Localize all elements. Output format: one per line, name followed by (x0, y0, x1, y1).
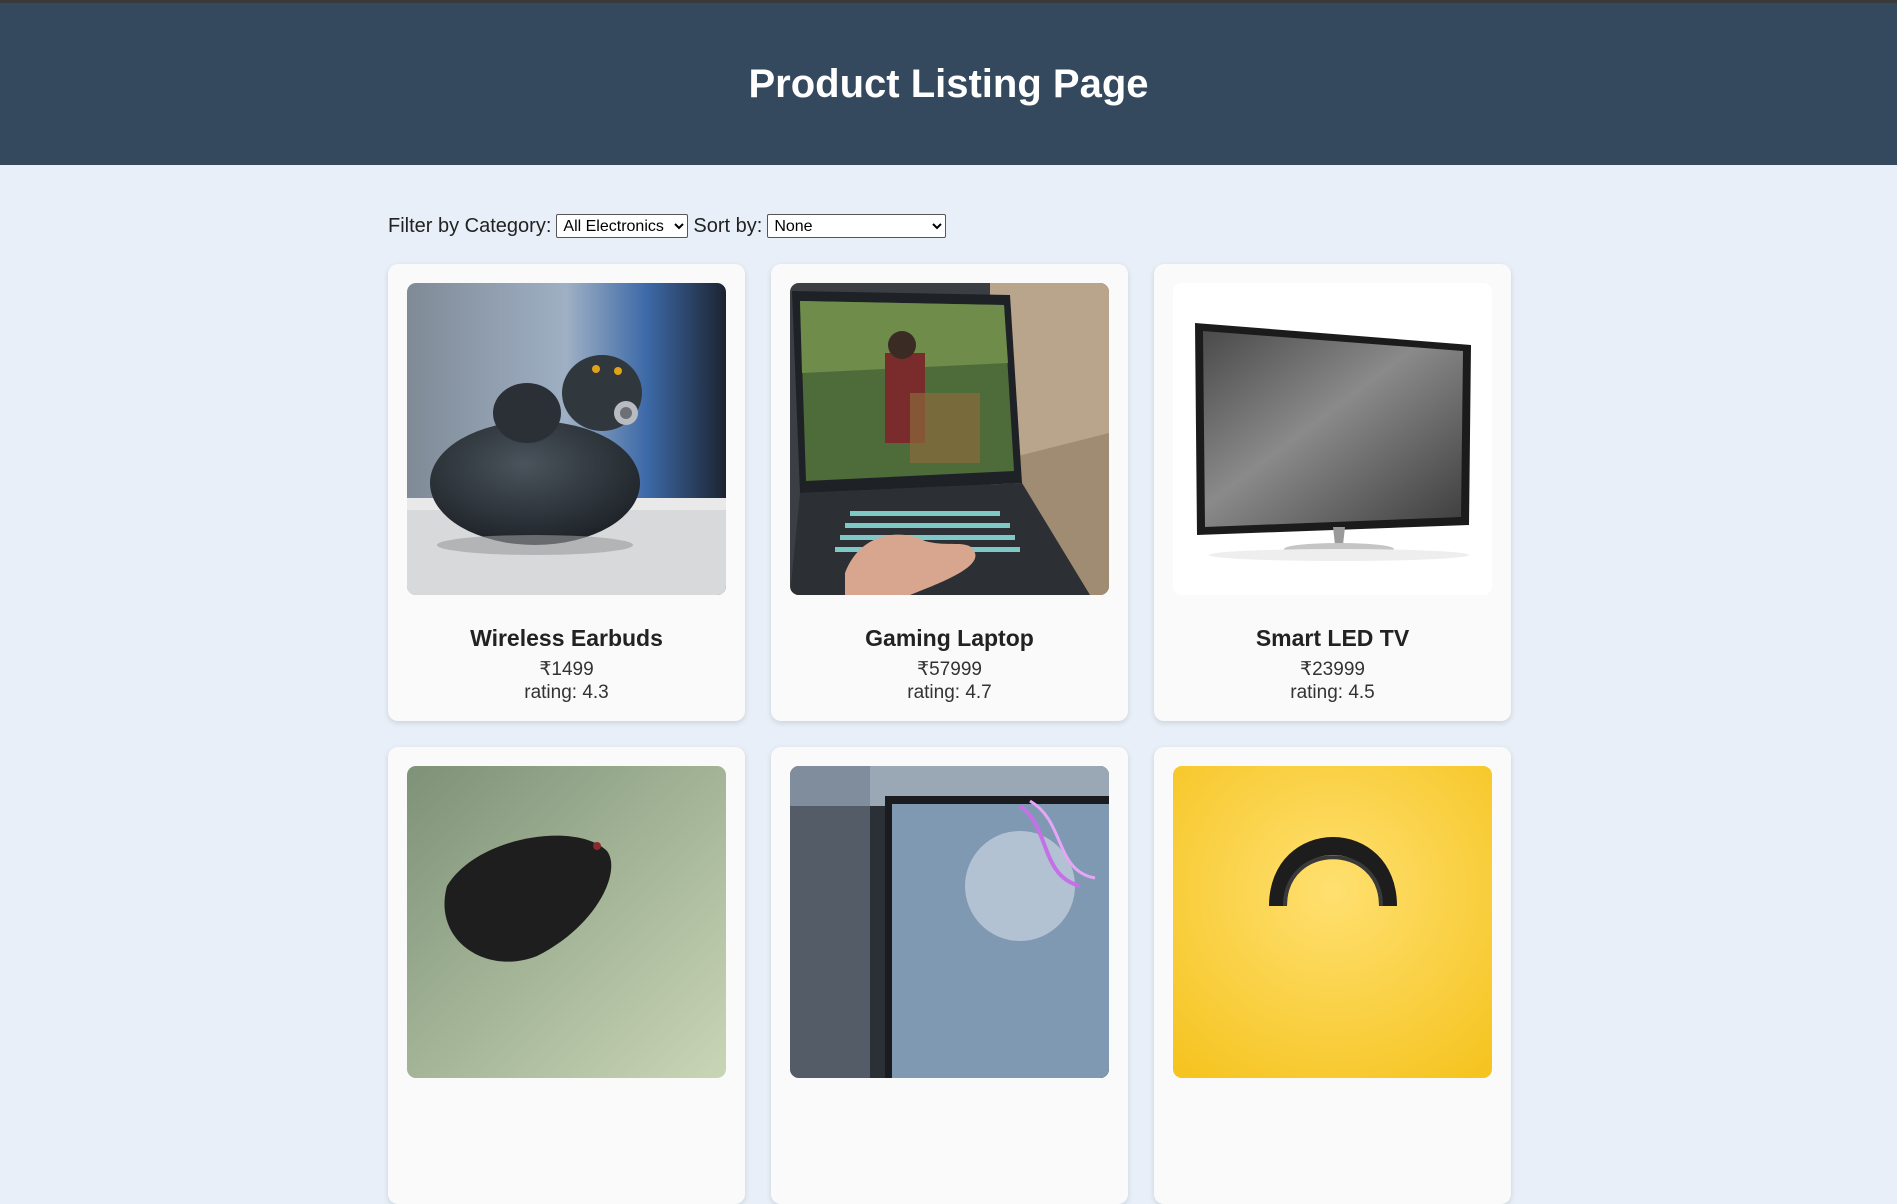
ultrabook-image (790, 766, 1109, 1078)
tv-image (1173, 283, 1492, 595)
sort-select[interactable]: None (767, 214, 947, 238)
speaker-image (407, 766, 726, 1078)
page-title: Product Listing Page (748, 61, 1149, 106)
category-filter-label: Filter by Category: (388, 214, 552, 237)
product-grid: Wireless Earbuds ₹1499 rating: 4.3 Gamin… (388, 264, 1511, 1204)
product-rating: rating: 4.5 (1290, 682, 1375, 703)
sort-label: Sort by: (693, 214, 763, 237)
laptop-image (790, 283, 1109, 595)
product-card[interactable] (388, 747, 745, 1204)
product-name[interactable]: Smart LED TV (1173, 625, 1492, 652)
product-card[interactable] (771, 747, 1128, 1204)
product-rating: rating: 4.3 (524, 682, 609, 703)
earbuds-image (407, 283, 726, 595)
product-card[interactable]: Wireless Earbuds ₹1499 rating: 4.3 (388, 264, 745, 721)
product-price: ₹1499 (539, 659, 594, 680)
product-price: ₹23999 (1300, 659, 1365, 680)
filter-bar: Filter by Category: All Electronics Sort… (388, 214, 951, 238)
product-card[interactable]: Gaming Laptop ₹57999 rating: 4.7 (771, 264, 1128, 721)
product-name[interactable]: Gaming Laptop (790, 625, 1109, 652)
product-card[interactable]: Smart LED TV ₹23999 rating: 4.5 (1154, 264, 1511, 721)
product-name[interactable]: Wireless Earbuds (407, 625, 726, 652)
page-header: Product Listing Page (0, 3, 1897, 165)
product-card[interactable] (1154, 747, 1511, 1204)
category-select[interactable]: All Electronics (556, 214, 689, 238)
product-rating: rating: 4.7 (907, 682, 992, 703)
headphones-image (1173, 766, 1492, 1078)
product-price: ₹57999 (917, 659, 982, 680)
